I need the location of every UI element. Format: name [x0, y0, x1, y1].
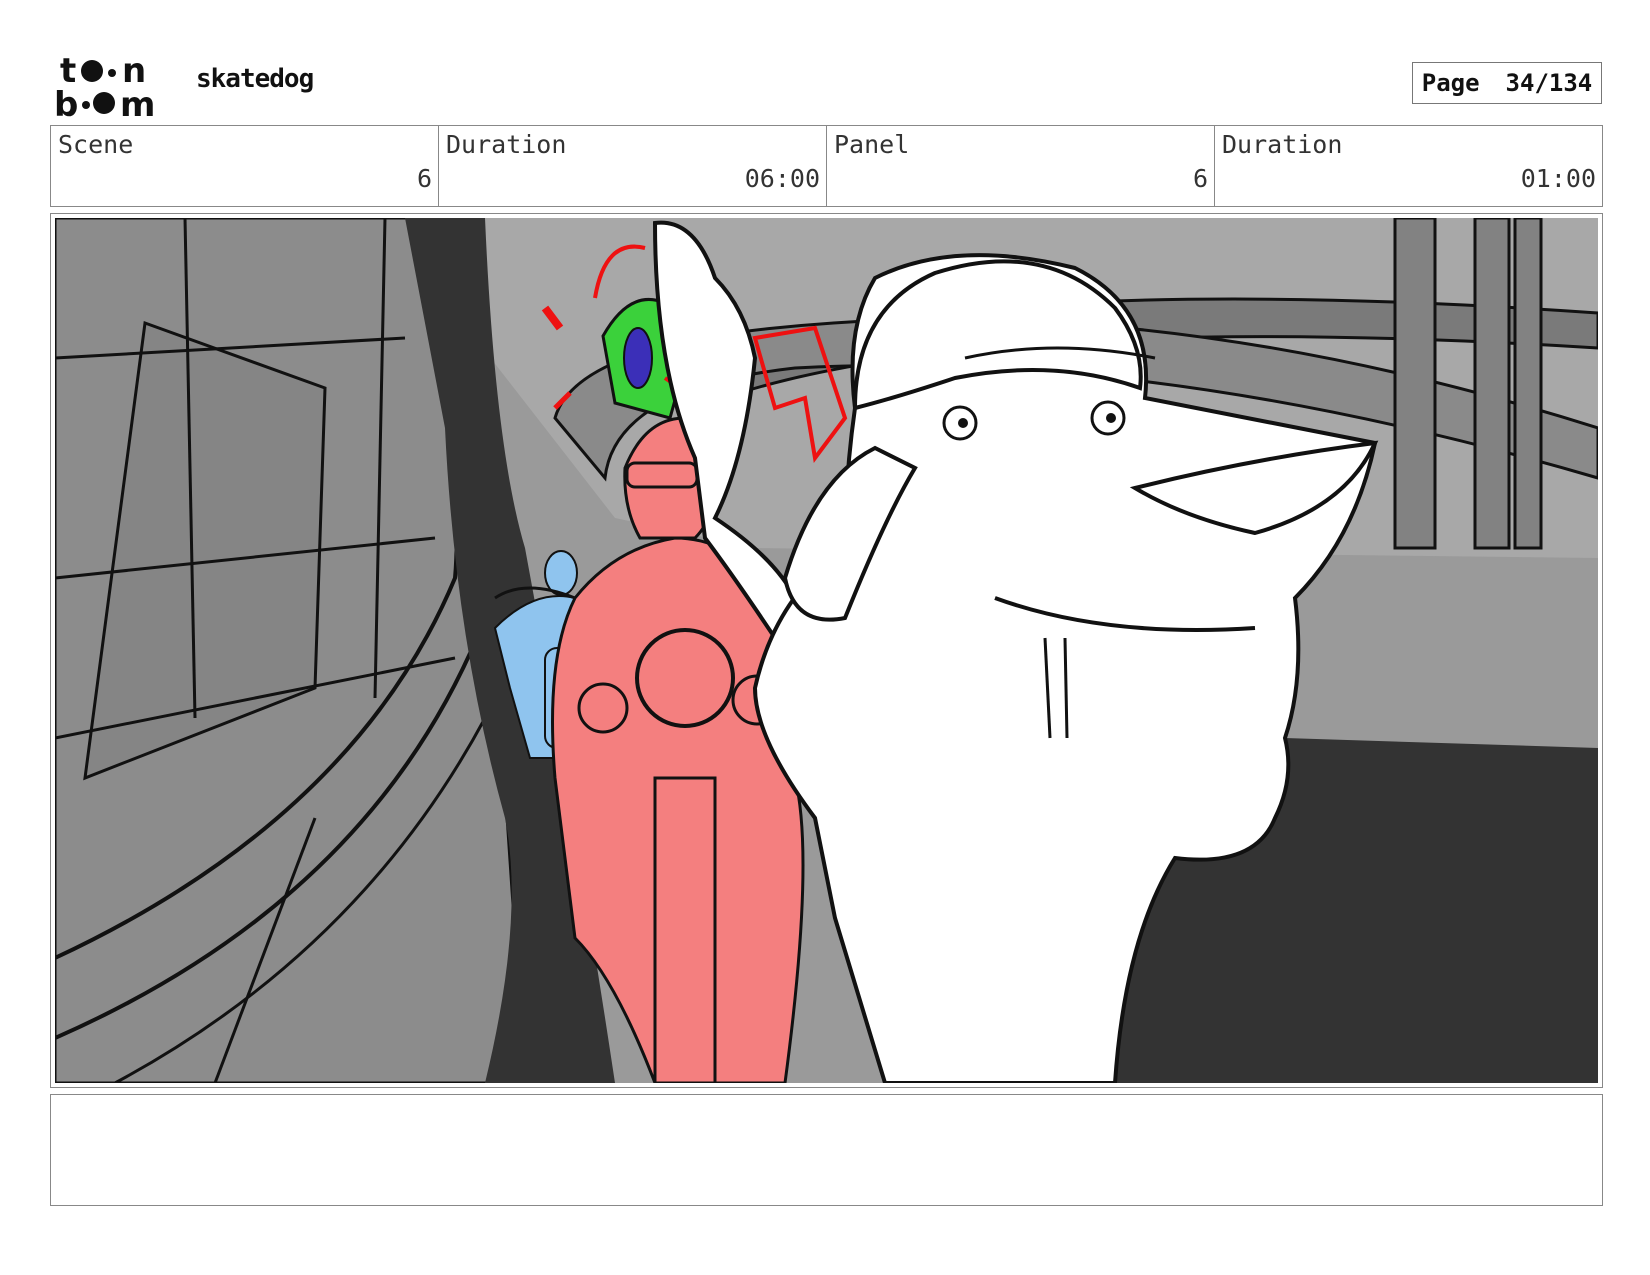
page-label: Page	[1421, 69, 1480, 97]
scene-cell: Scene 6	[51, 126, 439, 206]
panel-info-row: Scene 6 Duration 06:00 Panel 6 Duration …	[50, 125, 1603, 207]
toon-boom-logo: t n b m	[54, 51, 155, 120]
panel-number: 6	[1192, 164, 1208, 193]
panel-notes-box	[50, 1094, 1603, 1206]
scene-number: 6	[416, 164, 432, 193]
panel-label: Panel	[834, 130, 910, 159]
svg-text:m: m	[120, 85, 155, 120]
panel-duration-cell: Duration 01:00	[1215, 126, 1602, 206]
panel-cell: Panel 6	[827, 126, 1215, 206]
page-number: 34/134	[1505, 69, 1593, 97]
scene-duration-value: 06:00	[744, 164, 820, 193]
scene-duration-cell: Duration 06:00	[439, 126, 827, 206]
panel-duration-label: Duration	[1222, 130, 1343, 159]
svg-text:b: b	[54, 85, 78, 120]
storyboard-drawing	[55, 218, 1598, 1083]
project-name: skatedog	[196, 64, 314, 94]
scene-label: Scene	[58, 130, 134, 159]
panel-duration-value: 01:00	[1520, 164, 1596, 193]
scene-duration-label: Duration	[446, 130, 567, 159]
page-indicator: Page 34/134	[1412, 62, 1602, 104]
